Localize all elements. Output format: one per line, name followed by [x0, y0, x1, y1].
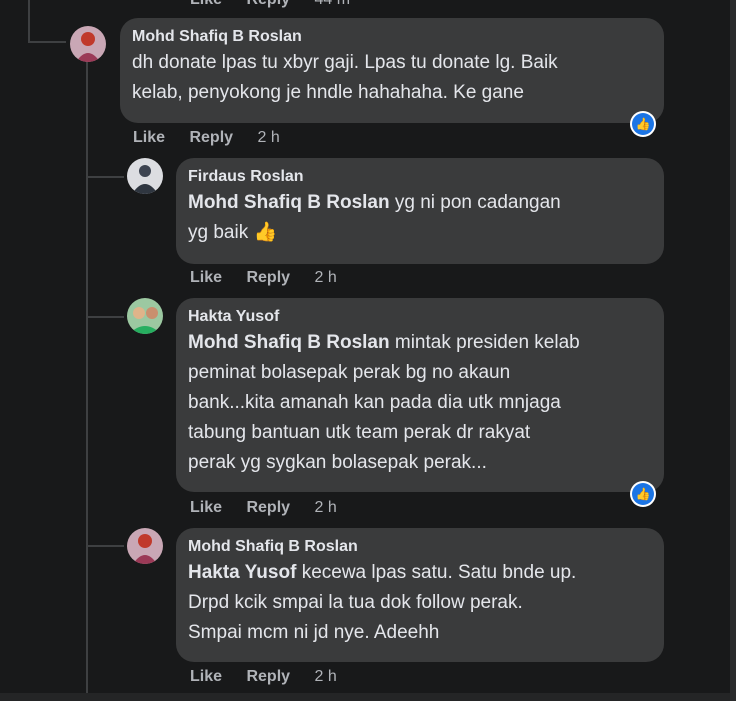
- timestamp[interactable]: 2 h: [315, 497, 337, 519]
- comment-bubble: Mohd Shafiq B Roslan Hakta Yusof kecewa …: [176, 528, 664, 662]
- avatar[interactable]: [70, 26, 106, 62]
- comment-text: Hakta Yusof kecewa lpas satu. Satu bnde …: [188, 558, 652, 648]
- comment-line: dh donate lpas tu xbyr gaji. Lpas tu don…: [132, 52, 558, 73]
- reply-link[interactable]: Reply: [246, 0, 290, 11]
- reply-connector: [86, 545, 124, 547]
- mention-link[interactable]: Hakta Yusof: [188, 562, 296, 583]
- reply-connector: [86, 176, 124, 178]
- timestamp[interactable]: 2 h: [258, 127, 280, 149]
- comment-line: perak yg sygkan bolasepak perak...: [188, 452, 487, 473]
- comment-line: Mohd Shafiq B Roslan mintak presiden kel…: [188, 332, 580, 353]
- like-link[interactable]: Like: [133, 127, 165, 149]
- reply-link[interactable]: Reply: [189, 127, 233, 149]
- comment-line: Smpai mcm ni jd nye. Adeehh: [188, 622, 440, 643]
- comment-author[interactable]: Hakta Yusof: [188, 306, 652, 328]
- like-link[interactable]: Like: [190, 267, 222, 289]
- comment-actions: Like Reply 2 h: [133, 127, 300, 149]
- reply-connector: [86, 316, 124, 318]
- comment-actions: Like Reply 44 m: [190, 0, 370, 11]
- scrollbar[interactable]: [730, 0, 736, 701]
- thread-connector: [28, 41, 66, 43]
- timestamp[interactable]: 2 h: [315, 666, 337, 688]
- mention-link[interactable]: Mohd Shafiq B Roslan: [188, 332, 390, 353]
- comment-line: Drpd kcik smpai la tua dok follow perak.: [188, 592, 523, 613]
- thread-line: [28, 0, 30, 42]
- comment-author[interactable]: Firdaus Roslan: [188, 166, 652, 188]
- comment-line: peminat bolasepak perak bg no akaun: [188, 362, 511, 383]
- avatar[interactable]: [127, 528, 163, 564]
- comment-line: yg baik 👍: [188, 222, 278, 243]
- comment-bubble: Mohd Shafiq B Roslan dh donate lpas tu x…: [120, 18, 664, 123]
- avatar[interactable]: [127, 158, 163, 194]
- comment-line: Hakta Yusof kecewa lpas satu. Satu bnde …: [188, 562, 577, 583]
- like-link[interactable]: Like: [190, 666, 222, 688]
- comment-text: Mohd Shafiq B Roslan yg ni pon cadangan …: [188, 188, 652, 248]
- comment-line: tabung bantuan utk team perak dr rakyat: [188, 422, 531, 443]
- thumbs-up-icon: 👍: [635, 487, 651, 501]
- comment-bubble: Firdaus Roslan Mohd Shafiq B Roslan yg n…: [176, 158, 664, 264]
- comment-author[interactable]: Mohd Shafiq B Roslan: [132, 26, 652, 48]
- comment-actions: Like Reply 2 h: [190, 497, 357, 519]
- timestamp[interactable]: 2 h: [315, 267, 337, 289]
- bottom-divider: [0, 693, 736, 701]
- comment-actions: Like Reply 2 h: [190, 267, 357, 289]
- timestamp[interactable]: 44 m: [315, 0, 351, 11]
- comment-author[interactable]: Mohd Shafiq B Roslan: [188, 536, 652, 558]
- reply-link[interactable]: Reply: [246, 666, 290, 688]
- comment-line: Mohd Shafiq B Roslan yg ni pon cadangan: [188, 192, 561, 213]
- reply-link[interactable]: Reply: [246, 497, 290, 519]
- comment-bubble: Hakta Yusof Mohd Shafiq B Roslan mintak …: [176, 298, 664, 492]
- like-link[interactable]: Like: [190, 0, 222, 11]
- comment-text: dh donate lpas tu xbyr gaji. Lpas tu don…: [132, 48, 652, 108]
- comment-line: bank...kita amanah kan pada dia utk mnja…: [188, 392, 561, 413]
- reply-link[interactable]: Reply: [246, 267, 290, 289]
- like-link[interactable]: Like: [190, 497, 222, 519]
- mention-link[interactable]: Mohd Shafiq B Roslan: [188, 192, 390, 213]
- like-reaction-badge[interactable]: 👍: [630, 481, 656, 507]
- reply-thread-line: [86, 62, 88, 693]
- avatar[interactable]: [127, 298, 163, 334]
- comment-line: kelab, penyokong je hndle hahahaha. Ke g…: [132, 82, 524, 103]
- thumbs-up-icon: 👍: [635, 117, 651, 131]
- comment-actions: Like Reply 2 h: [190, 666, 357, 688]
- like-reaction-badge[interactable]: 👍: [630, 111, 656, 137]
- comment-text: Mohd Shafiq B Roslan mintak presiden kel…: [188, 328, 652, 478]
